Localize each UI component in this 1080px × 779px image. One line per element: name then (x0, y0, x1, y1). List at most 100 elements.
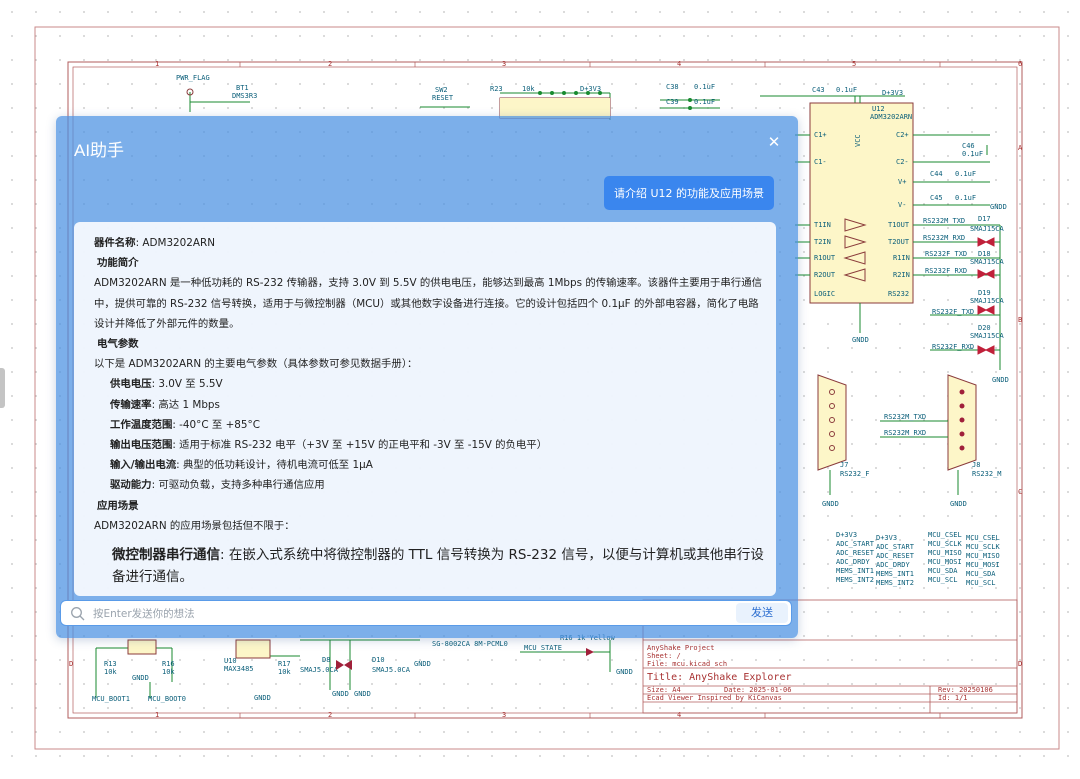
label-c46-val: 0.1uF (962, 150, 983, 158)
send-button[interactable]: 发送 (736, 603, 788, 623)
pin-t2in: T2IN (814, 238, 831, 246)
label-u12-part: ADM3202ARN (870, 113, 912, 121)
answer-bold: 器件名称 (94, 237, 136, 249)
label-d18-part: SMAJ15CA (970, 258, 1005, 266)
tb-sheet: Sheet: / (647, 652, 681, 660)
label-r17-val: 10k (278, 668, 291, 676)
label-r17: R17 (278, 660, 291, 668)
label-d17: D17 (978, 215, 991, 223)
gnd-label: GNDD (332, 690, 349, 698)
answer-line: 器件名称: ADM3202ARN (94, 233, 764, 253)
assistant-answer-card[interactable]: 器件名称: ADM3202ARN 功能简介 ADM3202ARN 是一种低功耗的… (74, 222, 776, 596)
label-c45: C45 (930, 194, 943, 202)
label-c44: C44 (930, 170, 943, 178)
net-mcu: ADC_START (876, 543, 915, 551)
label-u10: U10 (224, 657, 237, 665)
col-number: 2 (328, 60, 332, 68)
label-r16: R16 (162, 660, 175, 668)
tb-id: Id: 1/1 (938, 694, 968, 702)
label-bt1: BT1 (236, 84, 249, 92)
col-number: 1 (155, 60, 159, 68)
label-r13: R13 (104, 660, 117, 668)
pin-r1out: R1OUT (814, 254, 836, 262)
label-d10-part: SMAJ5.0CA (372, 666, 411, 674)
label-3v3: D+3V3 (580, 85, 601, 93)
answer-paragraph: ADM3202ARN 是一种低功耗的 RS-232 传输器，支持 3.0V 到 … (94, 277, 762, 330)
param-value: : 典型的低功耗设计，待机电流可低至 1μA (176, 459, 373, 472)
label-pwr-flag: PWR_FLAG (176, 74, 210, 82)
label-c45-val: 0.1uF (955, 194, 976, 202)
param-item: 输入/输出电流: 典型的低功耗设计，待机电流可低至 1μA (94, 455, 764, 475)
pin-vminus: V- (898, 201, 906, 209)
net-mcu: MCU_SDA (928, 567, 958, 575)
net-mcu: MCU_MISO (966, 552, 1000, 560)
label-c43: C43 (812, 86, 825, 94)
pin-c1n: C1- (814, 158, 827, 166)
row-letter: C (1018, 488, 1022, 496)
param-label: 输入/输出电流 (110, 459, 177, 472)
net-mcu: MCU_MISO (928, 549, 962, 557)
label-r13-val: 10k (104, 668, 117, 676)
net-mcu: MEMS_INT2 (876, 579, 914, 587)
label-c39: C39 (666, 98, 679, 106)
net-mcu: MCU_MOSI (966, 561, 1000, 569)
gnd-label: GNDD (254, 694, 271, 702)
net-rs232m-rxd: RS232M_RXD (923, 234, 965, 242)
net-j8-txd: RS232M_TXD (884, 413, 926, 421)
net-rs232m-txd: RS232M_TXD (923, 217, 965, 225)
label-d8: D8 (322, 656, 330, 664)
pin-r2in: R2IN (893, 271, 910, 279)
label-bt1-part: DMS3R3 (232, 92, 257, 100)
gnd-label: GNDD (992, 376, 1009, 384)
label-d19: D19 (978, 289, 991, 297)
close-icon[interactable]: ✕ (764, 132, 784, 152)
net-mcu: MCU_MOSI (928, 558, 962, 566)
net-mcu-state: MCU_STATE (524, 644, 562, 652)
gnd-label: GNDD (822, 500, 839, 508)
gnd-label: GNDD (950, 500, 967, 508)
row-letter: D (1018, 660, 1022, 668)
ai-assistant-panel: AI助手 ✕ 请介绍 U12 的功能及应用场景 器件名称: ADM3202ARN… (56, 116, 798, 638)
net-rs232f-txd-2: RS232F_TXD (932, 308, 974, 316)
net-mcu: MCU_SCLK (966, 543, 1001, 551)
pin-logic: LOGIC (814, 290, 835, 298)
net-mcu: D+3V3 (876, 534, 897, 542)
side-drawer-handle[interactable] (0, 368, 5, 408)
net-mcu: MCU_SDA (966, 570, 996, 578)
pin-t2out: T2OUT (888, 238, 910, 246)
label-d18: D18 (978, 250, 991, 258)
label-d20-part: SMAJ15CA (970, 332, 1005, 340)
tb-project: AnyShake Project (647, 644, 714, 652)
label-j8-part: RS232_M (972, 470, 1002, 478)
answer-heading: 功能简介 (97, 257, 139, 270)
col-number: 5 (852, 60, 856, 68)
net-mcu: ADC_START (836, 540, 875, 548)
net-mcu: MEMS_INT2 (836, 576, 874, 584)
param-value: : 可驱动负载，支持多种串行通信应用 (151, 479, 325, 492)
row-letter: B (1018, 316, 1022, 324)
net-mcu: MCU_SCL (966, 579, 996, 587)
user-message-bubble: 请介绍 U12 的功能及应用场景 (604, 176, 775, 210)
param-value: : 3.0V 至 5.5V (151, 378, 223, 391)
net-rs232f-rxd-2: RS232F_RXD (932, 343, 974, 351)
label-u10-part: MAX3485 (224, 665, 254, 673)
label-c38-val: 0.1uF (694, 83, 715, 91)
param-item: 驱动能力: 可驱动负载，支持多种串行通信应用 (94, 475, 764, 495)
row-letter: D (69, 660, 73, 668)
net-mcu: MEMS_INT1 (836, 567, 874, 575)
label-c39-val: 0.1uF (694, 98, 715, 106)
tb-size: Size: A4 (647, 686, 681, 694)
label-osc: SG-8002CA 8M-PCML0 (432, 640, 508, 648)
pin-c1p: C1+ (814, 131, 827, 139)
net-rs232f-rxd: RS232F_RXD (925, 267, 967, 275)
label-d20: D20 (978, 324, 991, 332)
chat-input[interactable] (91, 604, 735, 624)
label-r23: R23 (490, 85, 503, 93)
label-sw2: SW2 (435, 86, 448, 94)
net-mcu: MCU_CSEL (928, 531, 962, 539)
chat-input-bar: 发送 (60, 600, 792, 626)
param-label: 供电电压 (110, 378, 152, 391)
pin-vcc: VCC (854, 134, 862, 147)
gnd-label: GNDD (132, 674, 149, 682)
answer-paragraph: 以下是 ADM3202ARN 的主要电气参数（具体参数可参见数据手册）： (94, 358, 418, 371)
